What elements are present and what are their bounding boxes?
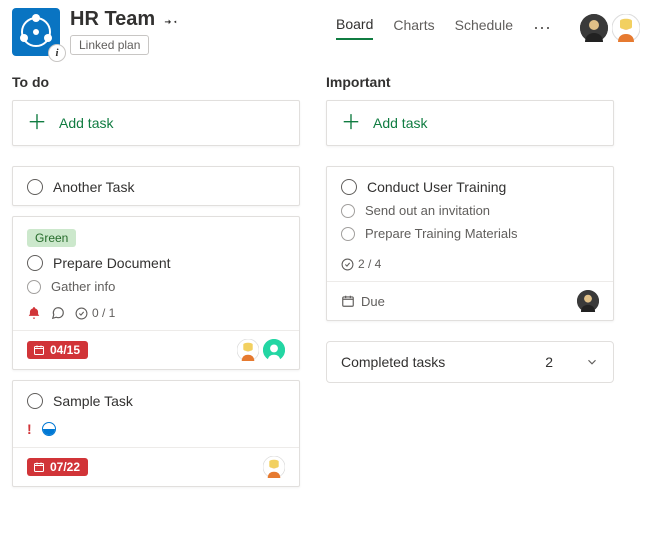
task-card[interactable]: Conduct User Training Send out an invita… — [326, 166, 614, 321]
task-title: Sample Task — [53, 393, 133, 409]
comment-icon — [51, 306, 65, 320]
plus-icon: ＋ — [27, 113, 47, 133]
assignee-avatar[interactable] — [263, 456, 285, 478]
plan-title: HR Team — [70, 8, 155, 31]
completed-label: Completed tasks — [341, 354, 445, 370]
category-label[interactable]: Green — [27, 229, 76, 247]
board: To do ＋ Add task Another Task Green Prep… — [0, 56, 652, 497]
task-title: Conduct User Training — [367, 179, 506, 195]
subtask-title: Gather info — [51, 279, 115, 294]
checklist-progress: 2 / 4 — [341, 257, 381, 271]
calendar-icon — [33, 344, 45, 356]
column-title[interactable]: To do — [12, 74, 300, 90]
checklist-progress: 0 / 1 — [75, 306, 115, 320]
add-task-label: Add task — [373, 115, 427, 131]
plus-icon: ＋ — [341, 113, 361, 133]
completed-tasks-toggle[interactable]: Completed tasks 2 — [326, 341, 614, 383]
pin-icon[interactable] — [163, 12, 179, 28]
member-avatar[interactable] — [580, 14, 608, 42]
add-task-label: Add task — [59, 115, 113, 131]
tab-schedule[interactable]: Schedule — [455, 17, 513, 39]
assignee-avatar[interactable] — [577, 290, 599, 312]
info-icon[interactable]: i — [48, 44, 66, 62]
tab-charts[interactable]: Charts — [393, 17, 434, 39]
add-task-button[interactable]: ＋ Add task — [12, 100, 300, 146]
due-date-badge[interactable]: 04/15 — [27, 341, 88, 359]
subtask-toggle[interactable] — [341, 204, 355, 218]
calendar-icon — [33, 461, 45, 473]
plan-logo[interactable]: i — [12, 8, 60, 56]
complete-toggle[interactable] — [27, 179, 43, 195]
view-tabs: Board Charts Schedule ⋯ — [336, 8, 640, 42]
assignee-avatar[interactable] — [263, 339, 285, 361]
notification-icon — [27, 306, 41, 320]
subtask-title: Send out an invitation — [365, 203, 490, 218]
subtask-title: Prepare Training Materials — [365, 226, 517, 241]
complete-toggle[interactable] — [27, 393, 43, 409]
top-bar: i HR Team Linked plan Board Charts Sched… — [0, 0, 652, 56]
complete-toggle[interactable] — [27, 255, 43, 271]
chevron-down-icon — [585, 355, 599, 369]
complete-toggle[interactable] — [341, 179, 357, 195]
completed-count: 2 — [545, 354, 553, 370]
priority-urgent-icon: ! — [27, 421, 32, 437]
task-card[interactable]: Sample Task ! 07/22 — [12, 380, 300, 487]
due-date-badge[interactable]: Due — [341, 294, 385, 309]
more-icon[interactable]: ⋯ — [533, 18, 552, 39]
subtask-toggle[interactable] — [341, 227, 355, 241]
subtask-toggle[interactable] — [27, 280, 41, 294]
due-date-badge[interactable]: 07/22 — [27, 458, 88, 476]
assignee-avatar[interactable] — [237, 339, 259, 361]
task-card[interactable]: Another Task — [12, 166, 300, 206]
progress-inprogress-icon — [42, 422, 56, 436]
task-card[interactable]: Green Prepare Document Gather info 0 / 1 — [12, 216, 300, 370]
task-title: Prepare Document — [53, 255, 171, 271]
column-title[interactable]: Important — [326, 74, 614, 90]
calendar-icon — [341, 294, 355, 308]
column-todo: To do ＋ Add task Another Task Green Prep… — [12, 74, 300, 497]
task-title: Another Task — [53, 179, 134, 195]
column-important: Important ＋ Add task Conduct User Traini… — [326, 74, 614, 497]
linked-plan-badge[interactable]: Linked plan — [70, 35, 149, 55]
add-task-button[interactable]: ＋ Add task — [326, 100, 614, 146]
member-avatar[interactable] — [612, 14, 640, 42]
tab-board[interactable]: Board — [336, 16, 373, 40]
